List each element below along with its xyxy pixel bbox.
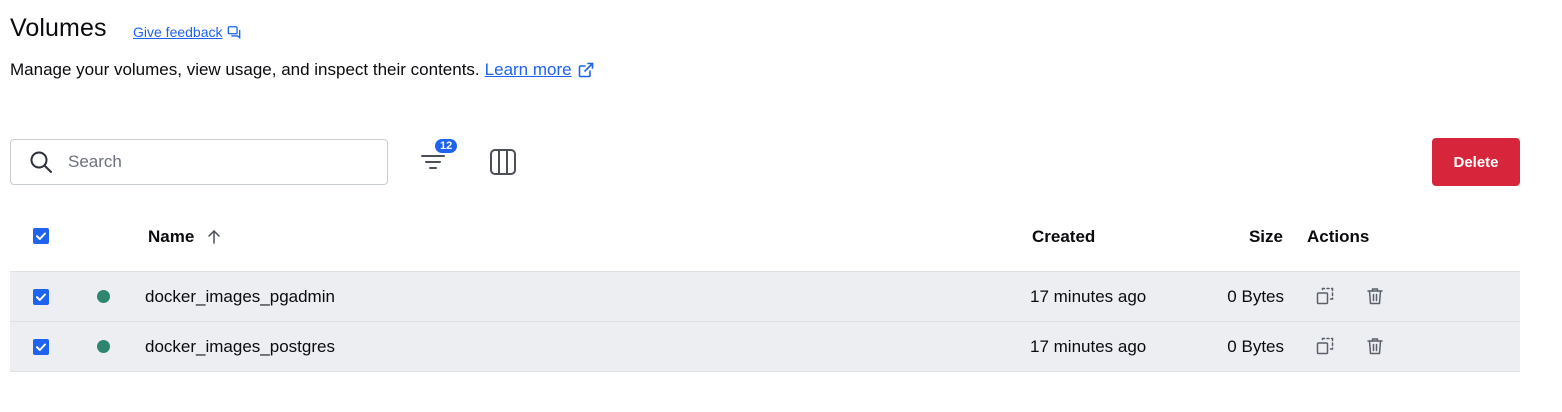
search-icon (30, 151, 52, 173)
volume-size: 0 Bytes (1227, 287, 1284, 306)
created-column-header[interactable]: Created (1032, 227, 1095, 247)
volume-size: 0 Bytes (1227, 337, 1284, 356)
clone-icon (1316, 337, 1334, 355)
status-dot (97, 290, 110, 303)
checkmark-icon (36, 343, 46, 351)
table-row[interactable]: docker_images_postgres 17 minutes ago 0 … (10, 322, 1520, 372)
row-checkbox[interactable] (33, 289, 49, 305)
clone-button[interactable] (1315, 336, 1335, 356)
volume-created: 17 minutes ago (1030, 337, 1147, 356)
page-title: Volumes (10, 14, 107, 42)
learn-more-label: Learn more (484, 60, 572, 79)
volume-name[interactable]: docker_images_postgres (145, 337, 335, 357)
table-row[interactable]: docker_images_pgadmin 17 minutes ago 0 B… (10, 272, 1520, 322)
row-checkbox[interactable] (33, 339, 49, 355)
columns-icon (490, 149, 516, 175)
search-box[interactable] (10, 139, 388, 185)
name-header-label: Name (148, 227, 195, 246)
status-dot (97, 340, 110, 353)
delete-row-button[interactable] (1365, 286, 1385, 306)
learn-more-link[interactable]: Learn more (485, 60, 594, 80)
select-all-checkbox[interactable] (33, 228, 49, 244)
page-description: Manage your volumes, view usage, and ins… (10, 60, 594, 80)
delete-row-button[interactable] (1365, 336, 1385, 356)
volume-name[interactable]: docker_images_pgadmin (145, 287, 335, 307)
actions-column-header: Actions (1307, 227, 1370, 246)
filter-button[interactable]: 12 (414, 139, 458, 181)
delete-button[interactable]: Delete (1432, 138, 1520, 186)
volume-created: 17 minutes ago (1030, 287, 1147, 306)
clone-button[interactable] (1315, 286, 1335, 306)
give-feedback-link[interactable]: Give feedback (133, 24, 241, 40)
arrow-up-icon (208, 230, 221, 244)
feedback-icon (227, 26, 240, 39)
give-feedback-label: Give feedback (133, 24, 223, 40)
name-column-header[interactable]: Name (148, 227, 222, 247)
trash-icon (1367, 338, 1383, 355)
size-column-header[interactable]: Size (1249, 227, 1283, 247)
table-header: Name Created Size Actions (10, 206, 1520, 272)
filter-icon (421, 155, 445, 169)
filter-count-badge: 12 (435, 139, 458, 153)
description-text: Manage your volumes, view usage, and ins… (10, 60, 480, 79)
checkmark-icon (36, 232, 46, 240)
search-input[interactable] (68, 152, 358, 172)
clone-icon (1316, 287, 1334, 305)
columns-button[interactable] (489, 148, 517, 176)
volumes-table: Name Created Size Actions docker_images_… (10, 206, 1520, 372)
checkmark-icon (36, 293, 46, 301)
external-link-icon (578, 62, 593, 78)
trash-icon (1367, 288, 1383, 305)
